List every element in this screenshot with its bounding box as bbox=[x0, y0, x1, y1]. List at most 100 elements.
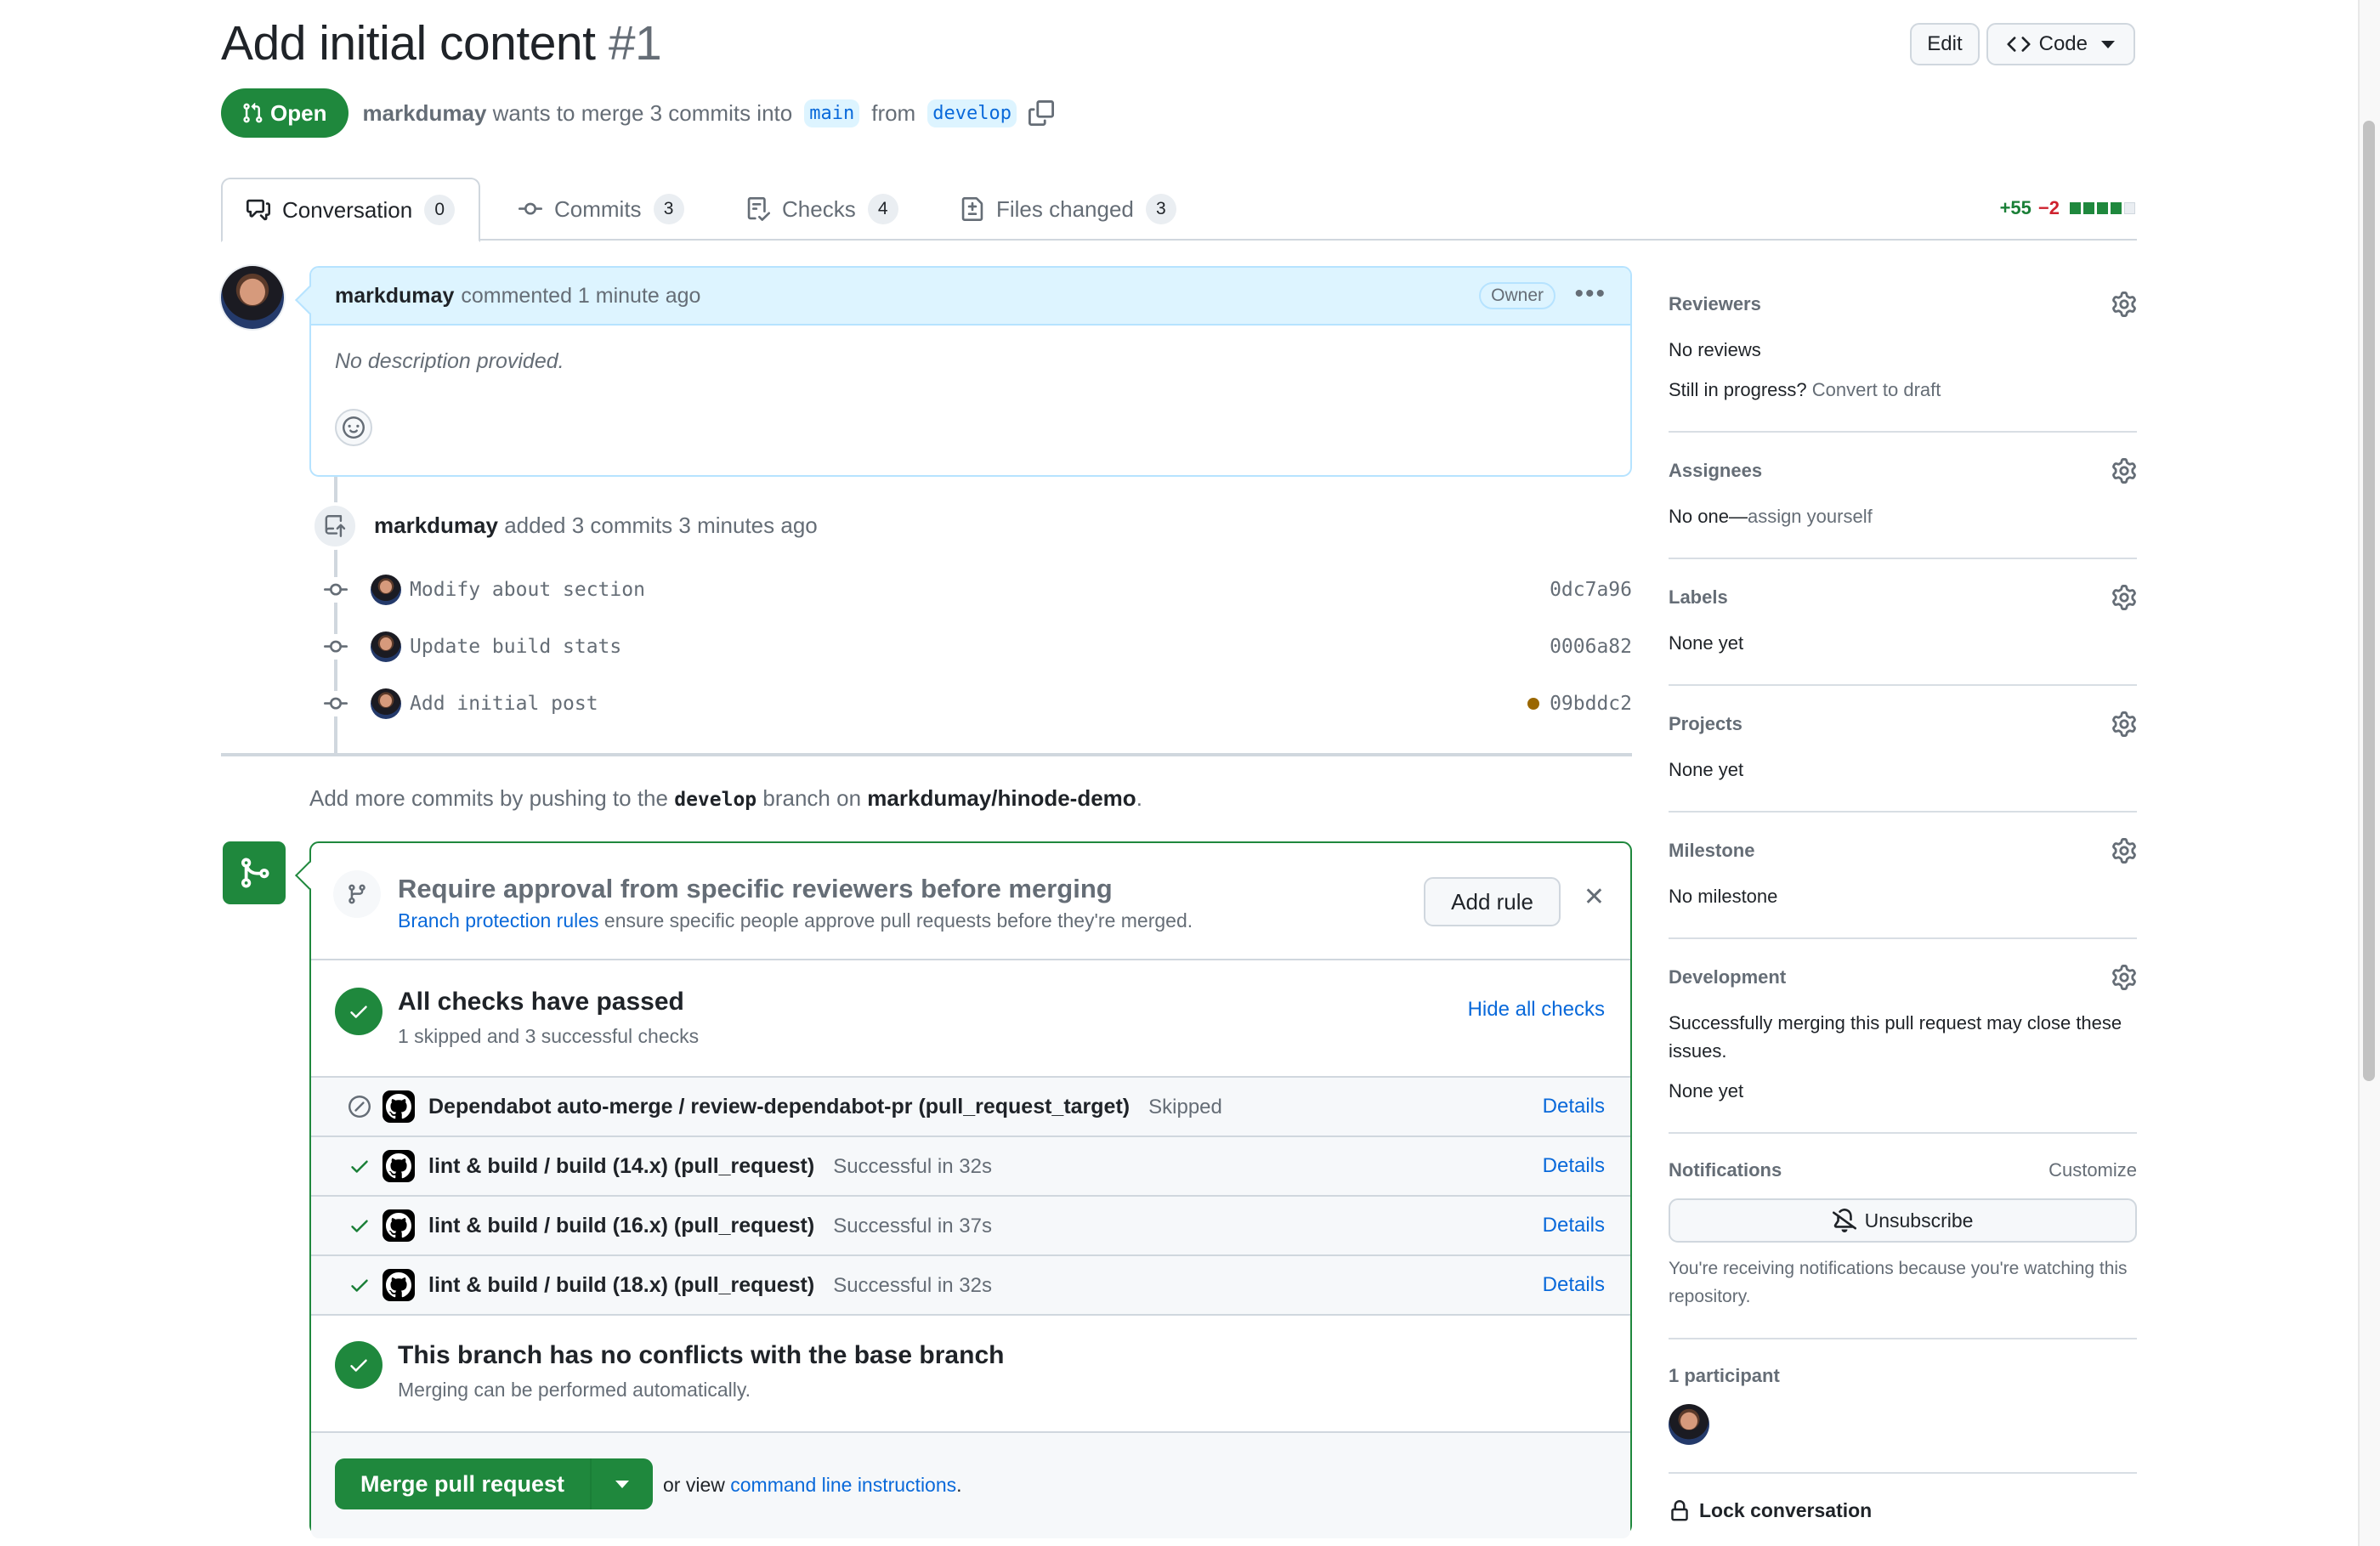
pr-number: #1 bbox=[608, 16, 662, 71]
tab-label: Files changed bbox=[996, 195, 1134, 222]
copy-icon[interactable] bbox=[1028, 100, 1054, 126]
notifications-note: You're receiving notifications because y… bbox=[1669, 1259, 2128, 1306]
code-button[interactable]: Code bbox=[1986, 23, 2135, 65]
pr-tabs: Conversation 0 Commits 3 Checks 4 Files … bbox=[221, 178, 2137, 242]
commit-sha-area: 0dc7a96 bbox=[1550, 579, 1632, 601]
gear-icon[interactable] bbox=[2111, 292, 2137, 317]
diffstat-block-added bbox=[2070, 202, 2081, 214]
diffstat-block-added bbox=[2097, 202, 2108, 214]
commit-author-avatar[interactable] bbox=[371, 631, 401, 662]
pr-title: Add initial content #1 bbox=[221, 15, 662, 71]
tab-files-changed[interactable]: Files changed 3 bbox=[960, 178, 1176, 241]
add-reaction-button[interactable] bbox=[335, 409, 372, 446]
commit-sha-link[interactable]: 0dc7a96 bbox=[1550, 579, 1632, 601]
check-description: Skipped bbox=[1148, 1095, 1222, 1118]
check-details-link[interactable]: Details bbox=[1543, 1095, 1605, 1118]
tab-checks[interactable]: Checks 4 bbox=[746, 178, 898, 241]
reviewers-heading[interactable]: Reviewers bbox=[1669, 293, 1761, 315]
gear-icon[interactable] bbox=[2111, 838, 2137, 864]
check-details-link[interactable]: Details bbox=[1543, 1273, 1605, 1297]
draft-prefix: Still in progress? bbox=[1669, 379, 1807, 400]
smiley-icon bbox=[343, 416, 365, 439]
repo-push-icon bbox=[311, 502, 359, 550]
gear-icon[interactable] bbox=[2111, 458, 2137, 484]
commit-sha-area: 09bddc2 bbox=[1527, 693, 1632, 715]
branch-protection-link[interactable]: Branch protection rules bbox=[398, 909, 599, 932]
lock-label: Lock conversation bbox=[1699, 1499, 1873, 1521]
notifications-heading: Notifications bbox=[1669, 1159, 1782, 1181]
check-circle-icon bbox=[335, 1341, 382, 1389]
check-icon bbox=[347, 1153, 372, 1179]
commit-author-avatar[interactable] bbox=[371, 575, 401, 605]
pr-author-link[interactable]: markdumay bbox=[362, 100, 486, 126]
command-line-instructions-link[interactable]: command line instructions bbox=[730, 1474, 956, 1496]
sidebar-projects: Projects None yet bbox=[1669, 686, 2137, 813]
customize-notifications-link[interactable]: Customize bbox=[2048, 1159, 2137, 1181]
development-heading[interactable]: Development bbox=[1669, 966, 1786, 988]
check-details-link[interactable]: Details bbox=[1543, 1214, 1605, 1237]
lock-conversation-button[interactable]: Lock conversation bbox=[1669, 1474, 2137, 1522]
comment-discussion-icon bbox=[246, 199, 270, 221]
alt-suffix: . bbox=[956, 1474, 962, 1496]
check-title: lint & build / build (16.x) (pull_reques… bbox=[428, 1213, 815, 1237]
assign-yourself-link[interactable]: assign yourself bbox=[1748, 506, 1873, 527]
comment-timestamp[interactable]: commented 1 minute ago bbox=[461, 284, 700, 309]
state-badge: Open bbox=[221, 88, 349, 138]
convert-to-draft-link[interactable]: Convert to draft bbox=[1812, 379, 1941, 400]
edit-label: Edit bbox=[1927, 32, 1963, 55]
labels-heading[interactable]: Labels bbox=[1669, 586, 1728, 609]
commit-sha-link[interactable]: 09bddc2 bbox=[1550, 693, 1632, 715]
check-title: lint & build / build (18.x) (pull_reques… bbox=[428, 1272, 815, 1297]
commit-message-link[interactable]: Add initial post bbox=[410, 693, 598, 715]
commit-message-link[interactable]: Update build stats bbox=[410, 636, 621, 658]
check-name: lint & build / build (16.x) (pull_reques… bbox=[428, 1214, 992, 1238]
unsubscribe-button[interactable]: Unsubscribe bbox=[1669, 1198, 2137, 1243]
sidebar-participants: 1 participant bbox=[1669, 1339, 2137, 1474]
check-icon bbox=[347, 1272, 372, 1298]
head-branch[interactable]: develop bbox=[927, 99, 1017, 127]
commit-author-avatar[interactable] bbox=[371, 688, 401, 719]
scrollbar-thumb[interactable] bbox=[2363, 121, 2375, 1081]
base-branch[interactable]: main bbox=[804, 99, 860, 127]
commit-row: Add initial post 09bddc2 bbox=[323, 685, 1632, 722]
gear-icon[interactable] bbox=[2111, 965, 2137, 990]
commit-sha-link[interactable]: 0006a82 bbox=[1550, 636, 1632, 658]
merge-pull-request-button[interactable]: Merge pull request bbox=[335, 1458, 590, 1509]
close-icon[interactable]: ✕ bbox=[1584, 882, 1605, 912]
git-merge-icon bbox=[223, 841, 286, 904]
kebab-horizontal-icon[interactable]: ••• bbox=[1574, 280, 1606, 309]
edit-button[interactable]: Edit bbox=[1910, 23, 1980, 65]
header-actions: Edit Code bbox=[1910, 23, 2135, 65]
projects-heading[interactable]: Projects bbox=[1669, 713, 1742, 735]
check-details-link[interactable]: Details bbox=[1543, 1154, 1605, 1178]
check-description: Successful in 37s bbox=[833, 1214, 992, 1237]
hint-middle: branch on bbox=[762, 785, 862, 811]
author-avatar[interactable] bbox=[221, 266, 284, 329]
gear-icon[interactable] bbox=[2111, 711, 2137, 737]
tab-conversation[interactable]: Conversation 0 bbox=[221, 178, 481, 242]
hint-repo-link[interactable]: markdumay/hinode-demo bbox=[867, 785, 1136, 811]
commit-message-link[interactable]: Modify about section bbox=[410, 579, 645, 601]
tab-commits[interactable]: Commits 3 bbox=[518, 178, 684, 241]
checks-summary: All checks have passed 1 skipped and 3 s… bbox=[311, 960, 1630, 1078]
merge-method-dropdown[interactable] bbox=[590, 1458, 653, 1509]
participant-avatar[interactable] bbox=[1669, 1404, 1709, 1445]
assignees-heading[interactable]: Assignees bbox=[1669, 460, 1762, 482]
tab-count: 4 bbox=[867, 194, 898, 224]
hide-all-checks-link[interactable]: Hide all checks bbox=[1468, 998, 1605, 1022]
push-event-text: added 3 commits 3 minutes ago bbox=[504, 513, 818, 538]
comment-author-link[interactable]: markdumay bbox=[335, 284, 454, 309]
gear-icon[interactable] bbox=[2111, 585, 2137, 610]
check-list: Dependabot auto-merge / review-dependabo… bbox=[311, 1078, 1630, 1316]
check-name: Dependabot auto-merge / review-dependabo… bbox=[428, 1095, 1222, 1119]
milestone-heading[interactable]: Milestone bbox=[1669, 840, 1754, 862]
add-rule-button[interactable]: Add rule bbox=[1424, 877, 1561, 926]
merge-button-group: Merge pull request bbox=[335, 1458, 654, 1509]
push-author-link[interactable]: markdumay bbox=[374, 513, 498, 538]
check-description: Successful in 32s bbox=[833, 1273, 992, 1297]
check-name: lint & build / build (18.x) (pull_reques… bbox=[428, 1273, 992, 1298]
code-label: Code bbox=[2038, 32, 2088, 55]
pending-status-icon[interactable] bbox=[1527, 698, 1540, 710]
protection-title: Require approval from specific reviewers… bbox=[398, 874, 1113, 903]
page-scrollbar[interactable] bbox=[2358, 0, 2380, 1546]
